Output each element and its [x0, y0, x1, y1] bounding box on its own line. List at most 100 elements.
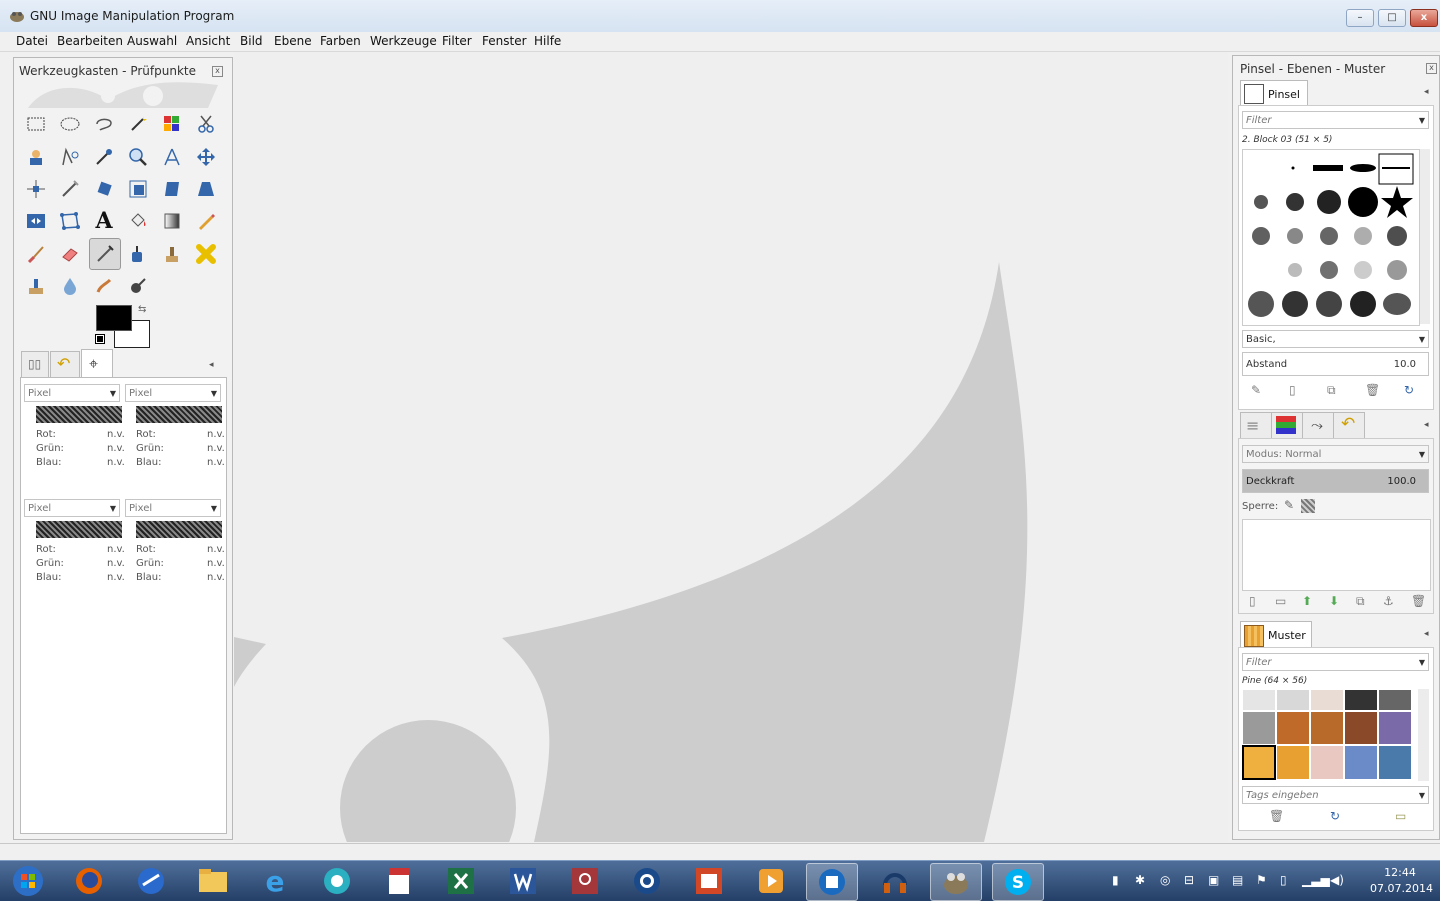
close-button[interactable]: x: [1410, 9, 1438, 27]
image-canvas[interactable]: [234, 52, 1228, 842]
text-icon[interactable]: A: [90, 207, 118, 235]
ellipse-select-icon[interactable]: [56, 110, 84, 138]
duplicate-layer-icon[interactable]: ⧉: [1356, 594, 1365, 609]
new-layer-icon[interactable]: ▯: [1249, 594, 1256, 608]
perspective-icon[interactable]: [192, 175, 220, 203]
foreground-color-swatch[interactable]: [96, 305, 132, 331]
tab-tool-options[interactable]: ▯▯: [21, 351, 49, 378]
tab-layers[interactable]: ≡: [1240, 412, 1272, 439]
lock-pixels-icon[interactable]: ✎: [1284, 498, 1294, 512]
delete-layer-icon[interactable]: 🗑: [1411, 594, 1426, 608]
menu-auswahl[interactable]: Auswahl: [127, 34, 177, 48]
tray-media-icon[interactable]: ▣: [1208, 873, 1219, 887]
raise-layer-icon[interactable]: ⬆: [1302, 594, 1312, 608]
pattern-grid-scrollbar[interactable]: [1418, 689, 1429, 781]
menu-hilfe[interactable]: Hilfe: [534, 34, 561, 48]
brush-spacing-field[interactable]: Abstand 10.0: [1242, 352, 1429, 376]
delete-pattern-icon[interactable]: 🗑: [1269, 809, 1284, 823]
menu-bearbeiten[interactable]: Bearbeiten: [57, 34, 123, 48]
align-icon[interactable]: [22, 175, 50, 203]
word-icon[interactable]: [498, 863, 548, 899]
lock-alpha-icon[interactable]: [1301, 499, 1315, 513]
menu-farben[interactable]: Farben: [320, 34, 361, 48]
video-player-icon[interactable]: [746, 863, 796, 899]
audio-app-icon[interactable]: [870, 863, 920, 899]
foreground-select-icon[interactable]: [22, 143, 50, 171]
dodge-burn-icon[interactable]: [124, 272, 152, 300]
rotate-icon[interactable]: [90, 175, 118, 203]
patterns-menu-icon[interactable]: ◂: [1424, 629, 1429, 639]
tab-channels[interactable]: [1271, 412, 1303, 439]
brushes-menu-icon[interactable]: ◂: [1424, 87, 1429, 97]
remote-app-icon[interactable]: [806, 863, 858, 901]
menu-bild[interactable]: Bild: [240, 34, 263, 48]
tray-battery-icon[interactable]: ▤: [1232, 873, 1243, 887]
clone-icon[interactable]: [158, 240, 186, 268]
system-clock[interactable]: 12:44 07.07.2014: [1370, 865, 1433, 897]
menu-filter[interactable]: Filter: [442, 34, 472, 48]
edit-brush-icon[interactable]: ✎: [1251, 383, 1261, 397]
blend-icon[interactable]: [158, 207, 186, 235]
pointer3-unit-select[interactable]: Pixel ▼: [24, 499, 120, 517]
tray-flag-icon[interactable]: ⚑: [1256, 873, 1267, 887]
tray-network-icon[interactable]: ▮: [1112, 873, 1119, 887]
pointer2-unit-select[interactable]: Pixel ▼: [125, 384, 221, 402]
lower-layer-icon[interactable]: ⬇: [1329, 594, 1339, 608]
brush-grid-scrollbar[interactable]: [1420, 149, 1430, 324]
zoom-icon[interactable]: [124, 143, 152, 171]
rect-select-icon[interactable]: [22, 110, 50, 138]
perspective-clone-icon[interactable]: [22, 272, 50, 300]
thunderbird-icon[interactable]: [126, 863, 176, 899]
camera-app-icon[interactable]: [622, 863, 672, 899]
toolbox-close-icon[interactable]: x: [212, 66, 223, 77]
cage-transform-icon[interactable]: [56, 207, 84, 235]
color-picker-icon[interactable]: [90, 143, 118, 171]
pattern-grid[interactable]: [1242, 689, 1414, 781]
tab-patterns[interactable]: Muster: [1240, 621, 1312, 648]
brushes-filter-select[interactable]: Filter ▼: [1242, 111, 1429, 129]
tray-sync-icon[interactable]: ◎: [1160, 873, 1170, 887]
brush-grid[interactable]: [1242, 149, 1420, 326]
shear-icon[interactable]: [158, 175, 186, 203]
excel-icon[interactable]: [436, 863, 486, 899]
right-dock-close-icon[interactable]: x: [1426, 63, 1437, 74]
pdf-reader-icon[interactable]: [374, 863, 424, 899]
pencil-icon[interactable]: [192, 207, 220, 235]
tab-undo[interactable]: ↶: [1333, 412, 1365, 439]
fuzzy-select-icon[interactable]: [124, 110, 152, 138]
refresh-patterns-icon[interactable]: ↻: [1330, 809, 1340, 823]
tab-brushes[interactable]: Pinsel: [1240, 80, 1308, 107]
layers-list[interactable]: [1242, 519, 1431, 591]
pattern-tags-input[interactable]: Tags eingeben ▼: [1242, 786, 1429, 804]
eraser-icon[interactable]: [56, 240, 84, 268]
select-by-color-icon[interactable]: [158, 110, 186, 138]
tab-paths[interactable]: ⤳: [1302, 412, 1334, 439]
tray-app-icon[interactable]: ✱: [1135, 873, 1145, 887]
gimp-taskbar-icon[interactable]: [930, 863, 982, 901]
menu-ebene[interactable]: Ebene: [274, 34, 312, 48]
tab-undo-history[interactable]: ↶: [50, 351, 80, 378]
start-button[interactable]: [2, 863, 54, 899]
measure-icon[interactable]: [158, 143, 186, 171]
delete-brush-icon[interactable]: 🗑: [1365, 383, 1380, 397]
layers-menu-icon[interactable]: ◂: [1424, 420, 1429, 430]
menu-datei[interactable]: Datei: [16, 34, 48, 48]
brush-preset-select[interactable]: Basic, ▼: [1242, 330, 1429, 348]
airbrush-icon[interactable]: [89, 238, 121, 270]
paths-icon[interactable]: [56, 143, 84, 171]
tray-usb-icon[interactable]: ⊟: [1184, 873, 1194, 887]
free-select-icon[interactable]: [90, 110, 118, 138]
tab-sample-points[interactable]: ⌖: [81, 349, 113, 379]
move-icon[interactable]: [192, 143, 220, 171]
bucket-fill-icon[interactable]: [124, 207, 152, 235]
layer-mode-select[interactable]: Modus: Normal ▼: [1242, 445, 1429, 463]
internet-explorer-icon[interactable]: e: [250, 863, 300, 899]
heal-icon[interactable]: [192, 240, 220, 268]
smudge-icon[interactable]: [90, 272, 118, 300]
tray-device-icon[interactable]: ▯: [1280, 873, 1287, 887]
new-layer-group-icon[interactable]: ▭: [1275, 594, 1286, 608]
open-pattern-folder-icon[interactable]: ▭: [1395, 809, 1406, 823]
menu-ansicht[interactable]: Ansicht: [186, 34, 230, 48]
maximize-button[interactable]: □: [1378, 9, 1406, 27]
file-explorer-icon[interactable]: [188, 863, 238, 899]
